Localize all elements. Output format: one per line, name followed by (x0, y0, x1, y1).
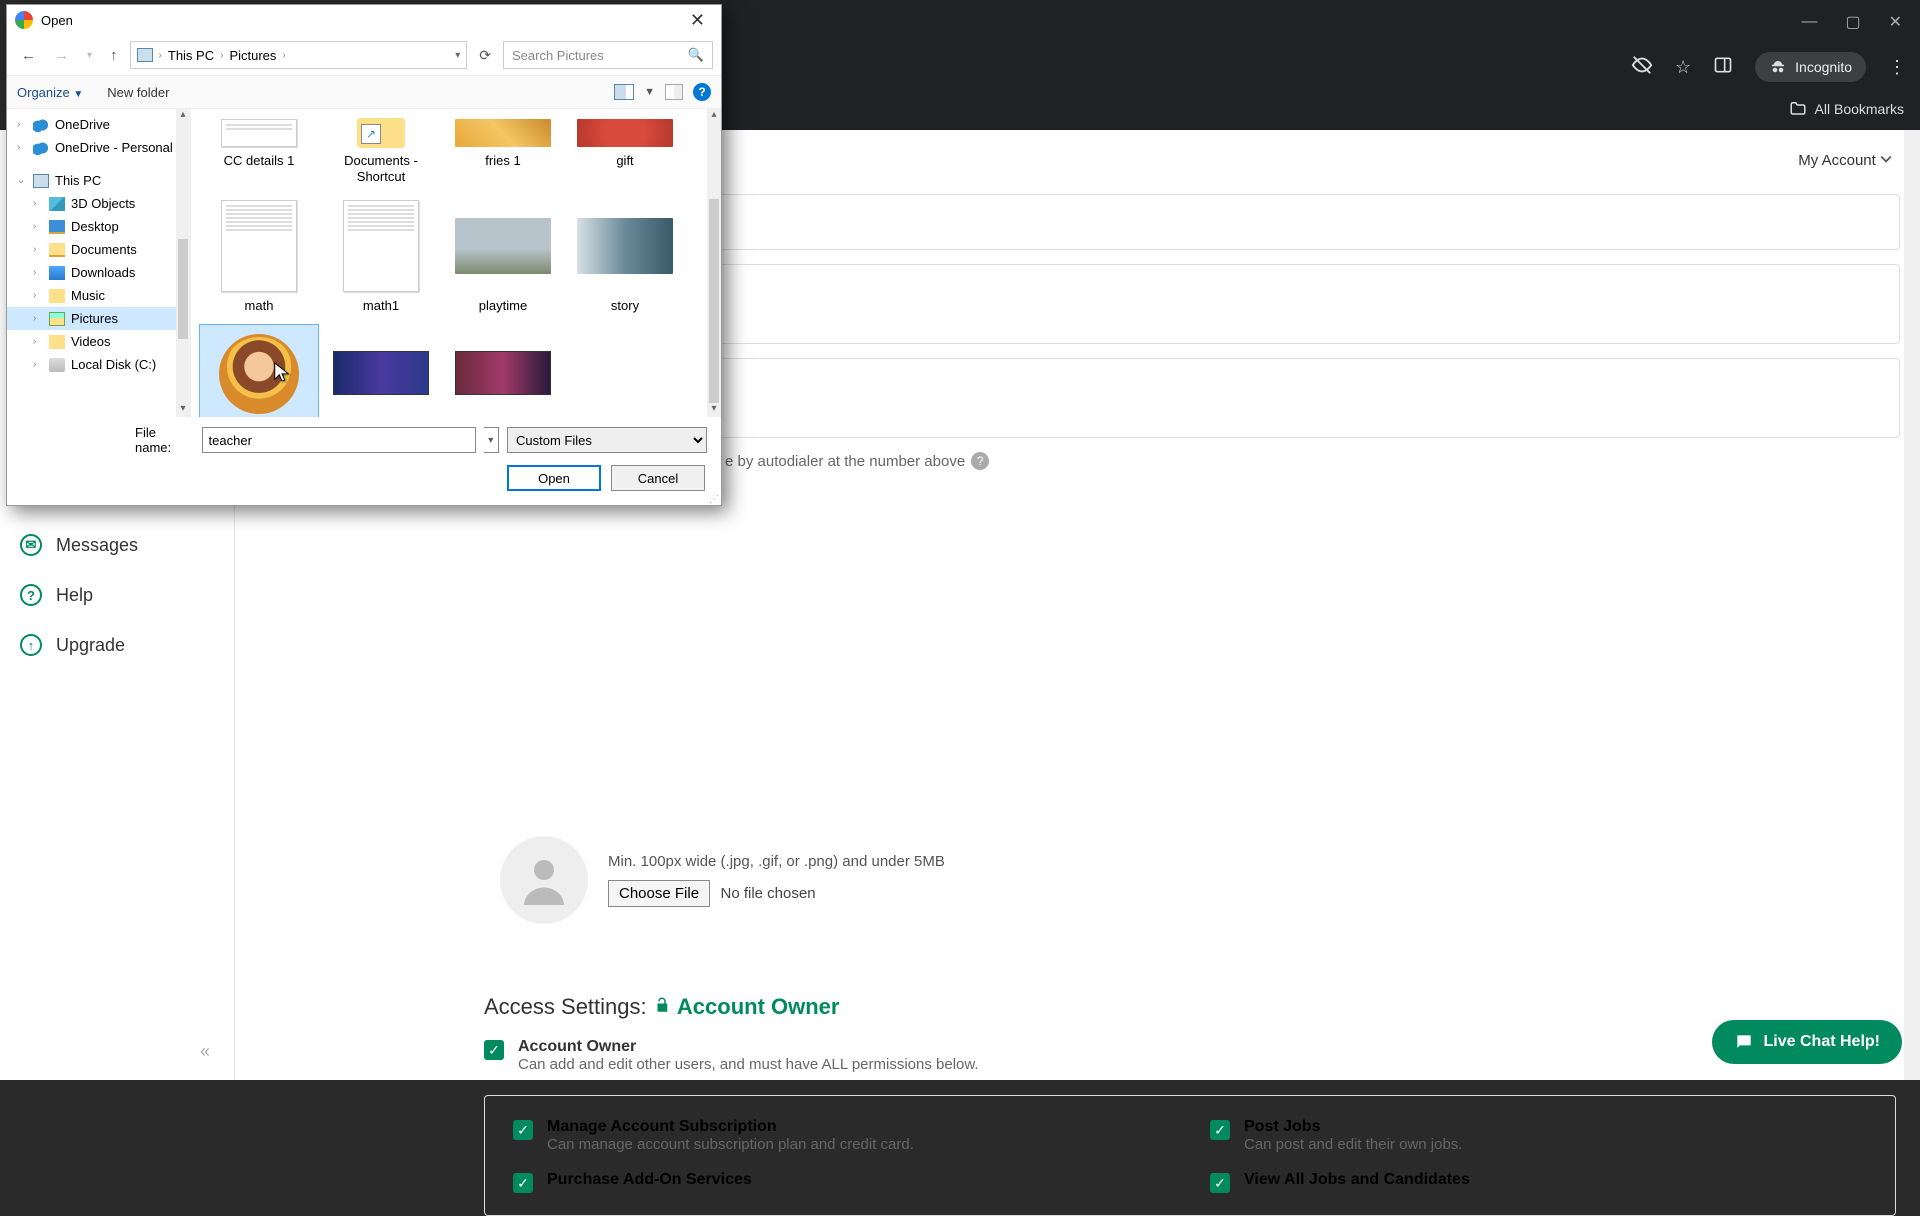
bookmark-star-icon[interactable]: ☆ (1675, 57, 1691, 78)
tree-local-disk[interactable]: ›Local Disk (C:) (7, 353, 190, 376)
tree-this-pc[interactable]: ⌄This PC (7, 169, 190, 192)
avatar-placeholder (500, 836, 588, 924)
file-math1[interactable]: math1 (321, 194, 441, 318)
account-owner-checkbox[interactable]: ✓ (484, 1040, 504, 1060)
file-cc-details[interactable]: CC details 1 (199, 113, 319, 188)
permissions-card: ✓Manage Account SubscriptionCan manage a… (484, 1095, 1896, 1216)
file-list: CC details 1 ↗ Documents - Shortcut frie… (191, 109, 721, 417)
breadcrumb-bar[interactable]: › This PC › Pictures › ▾ (130, 41, 468, 69)
account-owner-sub: Can add and edit other users, and must h… (518, 1056, 979, 1073)
tree-music[interactable]: ›Music (7, 284, 190, 307)
browser-menu-icon[interactable]: ⋮ (1888, 57, 1906, 78)
tree-pictures[interactable]: ›Pictures (7, 307, 190, 330)
chrome-app-icon (15, 11, 33, 29)
sidebar-collapse-icon[interactable]: « (200, 1041, 210, 1062)
nav-tree: ›OneDrive ›OneDrive - Personal ⌄This PC … (7, 109, 191, 417)
avatar-hint: Min. 100px wide (.jpg, .gif, or .png) an… (608, 853, 945, 870)
search-input[interactable]: Search Pictures 🔍 (503, 41, 713, 69)
sidebar-item-upgrade[interactable]: ↑ Upgrade (0, 620, 234, 670)
side-panel-icon[interactable] (1713, 55, 1733, 80)
incognito-badge[interactable]: Incognito (1755, 52, 1866, 82)
dialog-title: Open (41, 13, 682, 28)
file-documents-shortcut[interactable]: ↗ Documents - Shortcut (321, 113, 441, 188)
organize-menu[interactable]: Organize ▼ (17, 85, 83, 100)
page-scrollbar[interactable] (1904, 130, 1920, 1080)
tree-onedrive-personal[interactable]: ›OneDrive - Personal (7, 136, 190, 159)
browser-chrome: — ▢ ✕ ☆ Incognito ⋮ All Bookmarks (720, 0, 1920, 130)
nav-forward-button: → (48, 47, 75, 64)
tree-3d-objects[interactable]: ›3D Objects (7, 192, 190, 215)
perm-checkbox[interactable]: ✓ (513, 1120, 533, 1140)
search-icon: 🔍 (688, 47, 704, 63)
tree-videos[interactable]: ›Videos (7, 330, 190, 353)
file-ww[interactable]: ww (321, 324, 441, 417)
open-button[interactable]: Open (507, 465, 601, 491)
tree-documents[interactable]: ›Documents (7, 238, 190, 261)
tree-desktop[interactable]: ›Desktop (7, 215, 190, 238)
dialog-titlebar[interactable]: Open ✕ (7, 5, 721, 35)
file-playtime[interactable]: playtime (443, 194, 563, 318)
preview-pane-button[interactable] (665, 84, 683, 100)
file-name-history-dropdown[interactable]: ▾ (484, 427, 499, 453)
view-mode-button[interactable] (614, 84, 634, 100)
pc-icon (137, 48, 153, 62)
my-account-dropdown[interactable]: My Account (1798, 152, 1892, 169)
access-settings-heading: Access Settings: Account Owner (460, 994, 1900, 1038)
no-file-label: No file chosen (721, 885, 816, 902)
browser-close[interactable]: ✕ (1889, 12, 1902, 32)
consent-text: e by autodialer at the number above ? (725, 452, 1900, 470)
file-name-input[interactable] (202, 427, 476, 453)
perm-checkbox[interactable]: ✓ (1210, 1120, 1230, 1140)
sidebar-item-messages[interactable]: ✉ Messages (0, 520, 234, 570)
help-icon: ? (20, 584, 42, 606)
perm-checkbox[interactable]: ✓ (1210, 1173, 1230, 1193)
file-name-label: File name: (135, 425, 194, 455)
resize-grip[interactable]: ⋰ (709, 497, 719, 503)
upgrade-icon: ↑ (20, 634, 42, 656)
messages-icon: ✉ (20, 534, 42, 556)
choose-file-button[interactable]: Choose File (608, 880, 710, 907)
account-owner-title: Account Owner (518, 1038, 979, 1056)
new-folder-button[interactable]: New folder (107, 85, 169, 100)
browser-minimize[interactable]: — (1801, 13, 1817, 31)
file-teacher[interactable]: teacher (199, 324, 319, 417)
cancel-button[interactable]: Cancel (611, 465, 705, 491)
nav-back-button[interactable]: ← (15, 47, 42, 64)
nav-up-button[interactable]: ↑ (104, 47, 124, 64)
browser-maximize[interactable]: ▢ (1845, 12, 1860, 32)
help-button[interactable]: ? (693, 83, 711, 101)
all-bookmarks-link[interactable]: All Bookmarks (1815, 101, 1904, 117)
file-open-dialog: Open ✕ ← → ▾ ↑ › This PC › Pictures › ▾ … (6, 4, 722, 506)
file-ww2[interactable]: ww2 (443, 324, 563, 417)
incognito-eye-icon (1631, 54, 1653, 81)
file-story[interactable]: story (565, 194, 685, 318)
live-chat-button[interactable]: Live Chat Help! (1712, 1020, 1902, 1064)
tree-onedrive[interactable]: ›OneDrive (7, 113, 190, 136)
bookmarks-folder-icon (1789, 100, 1807, 119)
file-type-filter[interactable]: Custom Files (507, 427, 707, 453)
nav-recent-dropdown[interactable]: ▾ (81, 50, 98, 61)
file-gift[interactable]: gift (565, 113, 685, 188)
tree-downloads[interactable]: ›Downloads (7, 261, 190, 284)
refresh-button[interactable]: ⟳ (473, 47, 497, 64)
sidebar-item-help[interactable]: ? Help (0, 570, 234, 620)
unlock-icon (653, 994, 677, 1019)
perm-checkbox[interactable]: ✓ (513, 1173, 533, 1193)
tree-scrollbar[interactable]: ▴▾ (176, 109, 190, 417)
file-math[interactable]: math (199, 194, 319, 318)
mouse-cursor (273, 361, 291, 388)
consent-help-icon[interactable]: ? (971, 452, 989, 470)
file-fries[interactable]: fries 1 (443, 113, 563, 188)
dialog-close-button[interactable]: ✕ (682, 10, 713, 31)
files-scrollbar[interactable]: ▴▾ (707, 109, 721, 417)
